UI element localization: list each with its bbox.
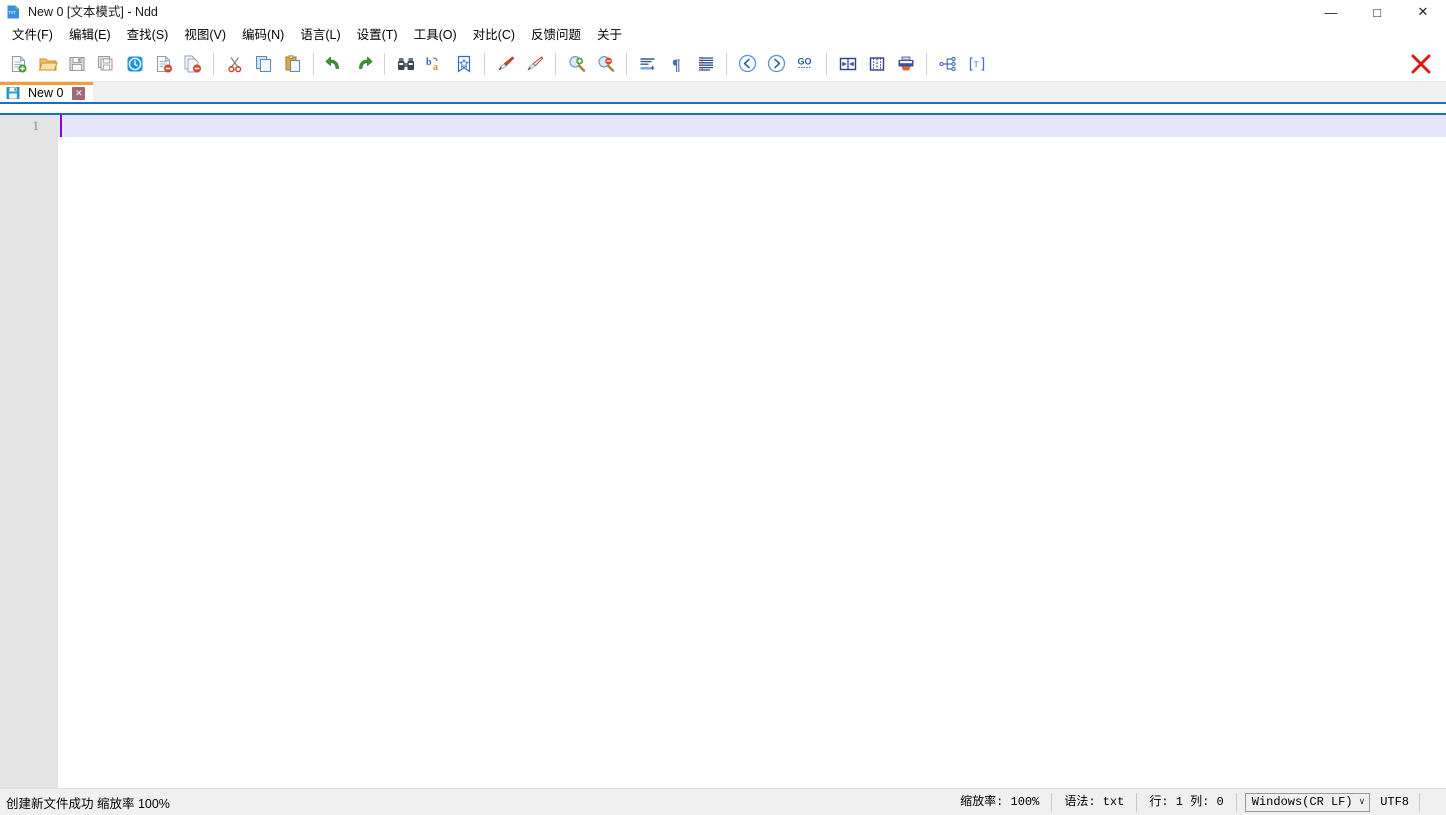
eol-format-value: Windows(CR LF) <box>1252 795 1353 809</box>
tab-label: New 0 <box>28 86 63 100</box>
tab-close-button[interactable]: ✕ <box>72 87 85 100</box>
split-horizontal-icon[interactable] <box>833 50 862 78</box>
cut-icon[interactable] <box>220 50 249 78</box>
nav-back-icon[interactable] <box>733 50 762 78</box>
show-pilcrow-icon[interactable]: ¶ <box>662 50 691 78</box>
close-file-icon[interactable] <box>149 50 178 78</box>
title-bar: TXT New 0 [文本模式] - Ndd — □ ✕ <box>0 0 1446 24</box>
tab-new-0[interactable]: New 0 ✕ <box>0 82 93 104</box>
marker-clear-icon[interactable] <box>520 50 549 78</box>
undo-icon[interactable] <box>320 50 349 78</box>
tab-bar-underline <box>0 102 1446 104</box>
save-as-icon[interactable] <box>120 50 149 78</box>
status-divider-3 <box>1236 793 1237 812</box>
status-divider-4 <box>1419 793 1420 812</box>
svg-text:TXT: TXT <box>8 10 16 15</box>
find-icon[interactable] <box>391 50 420 78</box>
copy-icon[interactable] <box>249 50 278 78</box>
svg-text:a: a <box>433 62 438 73</box>
status-zoom: 缩放率: 100% <box>948 789 1051 815</box>
status-syntax: 语法: txt <box>1052 789 1136 815</box>
status-bar: 创建新文件成功 缩放率 100% 缩放率: 100% 语法: txt 行: 1 … <box>0 788 1446 815</box>
open-file-icon[interactable] <box>33 50 62 78</box>
nav-forward-icon[interactable] <box>762 50 791 78</box>
close-window-button[interactable]: ✕ <box>1400 0 1446 24</box>
toolbar-separator-1 <box>213 53 214 75</box>
print-icon[interactable] <box>891 50 920 78</box>
text-caret <box>60 115 62 137</box>
menu-bar: 文件(F) 编辑(E) 查找(S) 视图(V) 编码(N) 语言(L) 设置(T… <box>0 24 1446 46</box>
bookmark-icon[interactable] <box>449 50 478 78</box>
toolbar: b a <box>0 46 1446 82</box>
status-cursor-position: 行: 1 列: 0 <box>1137 789 1235 815</box>
svg-text:b: b <box>426 57 432 68</box>
toolbar-separator-2 <box>313 53 314 75</box>
menu-feedback[interactable]: 反馈问题 <box>523 24 589 46</box>
eol-format-select[interactable]: Windows(CR LF) ∨ <box>1245 793 1370 812</box>
zoom-in-icon[interactable] <box>562 50 591 78</box>
menu-compare[interactable]: 对比(C) <box>465 24 523 46</box>
toolbar-separator-6 <box>626 53 627 75</box>
tab-bar: New 0 ✕ <box>0 82 1446 104</box>
menu-search[interactable]: 查找(S) <box>119 24 177 46</box>
save-all-icon[interactable] <box>91 50 120 78</box>
hierarchy-icon[interactable] <box>933 50 962 78</box>
toolbar-separator-4 <box>484 53 485 75</box>
line-number-gutter: 1 <box>0 115 58 788</box>
editor-area: 1 <box>0 113 1446 788</box>
current-line-highlight <box>58 115 1446 137</box>
go-to-line-icon[interactable]: GO <box>791 50 820 78</box>
window-title: New 0 [文本模式] - Ndd <box>28 0 158 24</box>
chevron-down-icon: ∨ <box>1359 797 1366 807</box>
code-text-area[interactable] <box>58 115 1446 788</box>
toolbar-separator-5 <box>555 53 556 75</box>
menu-settings[interactable]: 设置(T) <box>349 24 406 46</box>
redo-icon[interactable] <box>349 50 378 78</box>
paste-icon[interactable] <box>278 50 307 78</box>
menu-language[interactable]: 语言(L) <box>292 24 348 46</box>
save-document-icon <box>6 86 20 100</box>
svg-text:¶: ¶ <box>672 57 681 74</box>
replace-icon[interactable]: b a <box>420 50 449 78</box>
line-number: 1 <box>0 115 58 137</box>
menu-view[interactable]: 视图(V) <box>176 24 234 46</box>
app-icon: TXT <box>6 4 22 20</box>
status-encoding: UTF8 <box>1378 795 1419 809</box>
menu-file[interactable]: 文件(F) <box>4 24 61 46</box>
status-message: 创建新文件成功 缩放率 100% <box>0 793 170 812</box>
svg-text:GO: GO <box>797 56 811 66</box>
marker-red-icon[interactable] <box>491 50 520 78</box>
window-controls: — □ ✕ <box>1308 0 1446 24</box>
toolbar-separator-9 <box>926 53 927 75</box>
minimize-button[interactable]: — <box>1308 0 1354 24</box>
toolbar-separator-8 <box>826 53 827 75</box>
indent-guide-icon[interactable] <box>691 50 720 78</box>
zoom-out-icon[interactable] <box>591 50 620 78</box>
menu-about[interactable]: 关于 <box>589 24 630 46</box>
menu-encoding[interactable]: 编码(N) <box>234 24 292 46</box>
split-vertical-icon[interactable] <box>862 50 891 78</box>
text-mode-icon[interactable]: T <box>962 50 991 78</box>
toolbar-separator-7 <box>726 53 727 75</box>
toolbar-separator-3 <box>384 53 385 75</box>
maximize-button[interactable]: □ <box>1354 0 1400 24</box>
word-wrap-icon[interactable] <box>633 50 662 78</box>
close-document-button[interactable] <box>1404 50 1438 78</box>
menu-edit[interactable]: 编辑(E) <box>61 24 119 46</box>
new-file-icon[interactable] <box>4 50 33 78</box>
save-icon[interactable] <box>62 50 91 78</box>
svg-text:T: T <box>973 59 978 69</box>
menu-tools[interactable]: 工具(O) <box>406 24 465 46</box>
close-all-files-icon[interactable] <box>178 50 207 78</box>
